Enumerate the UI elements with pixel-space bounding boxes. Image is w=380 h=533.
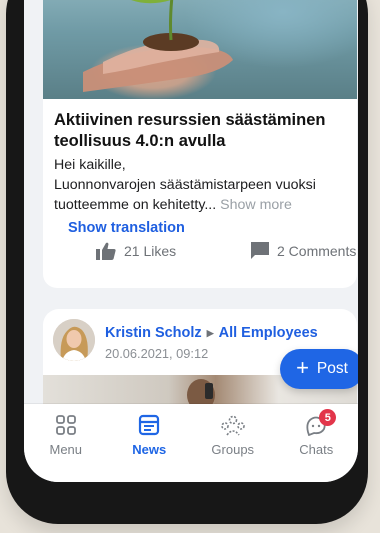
nav-groups[interactable]: Groups [198,414,268,457]
app-screen: Aktiivinen resurssien säästäminen teolli… [24,0,358,482]
avatar-image [53,319,95,361]
post-card[interactable]: Aktiivinen resurssien säästäminen teolli… [43,0,357,288]
nav-menu[interactable]: Menu [31,414,101,457]
show-translation-button[interactable]: Show translation [58,217,195,239]
post-title[interactable]: Aktiivinen resurssien säästäminen teolli… [54,110,349,152]
nav-news[interactable]: News [114,414,184,457]
bottom-navigation: Menu News Groups 5 Chats [24,404,358,482]
nav-menu-label: Menu [49,442,83,457]
post-excerpt[interactable]: Hei kaikille, Luonnonvarojen säästämista… [54,155,354,215]
caret-right-icon: ▶ [206,327,214,338]
post-date: 20.06.2021, 09:12 [105,346,209,361]
groups-icon [220,415,245,436]
audience-name[interactable]: All Employees [219,325,318,341]
nav-news-label: News [132,442,167,457]
nav-chats-label: Chats [299,442,334,457]
news-icon [139,414,160,436]
chats-badge: 5 [319,409,337,426]
post-image[interactable] [43,0,357,99]
likes-count: 21 Likes [124,243,177,259]
phone-frame: Aktiivinen resurssien säästäminen teolli… [6,0,368,524]
thumbs-up-icon [96,242,116,260]
comments-count: 2 Comments [277,242,357,259]
like-button[interactable]: 21 Likes [95,241,176,261]
avatar[interactable] [53,319,95,361]
author-name[interactable]: Kristin Scholz [105,325,202,341]
post-body-text: tuotteemme on kehitetty... [54,197,217,213]
grid-icon [55,415,76,435]
new-post-button[interactable]: + Post [280,349,358,389]
show-more-link[interactable]: Show more [220,197,292,213]
comments-button[interactable]: 2 Comments [250,241,356,260]
nav-groups-label: Groups [211,442,255,457]
nav-chats[interactable]: 5 Chats [281,409,351,457]
plus-icon: + [296,355,309,380]
post-body-line: Luonnonvarojen säästämistarpeen vuoksi [54,177,316,193]
comment-icon [251,242,269,259]
post-greeting: Hei kaikille, [54,157,126,173]
new-post-label: Post [316,360,348,377]
seedling-illustration [83,0,233,92]
author-line: Kristin Scholz ▶ All Employees [105,325,318,341]
post-body-line: tuotteemme on kehitetty... Show more [54,195,354,215]
